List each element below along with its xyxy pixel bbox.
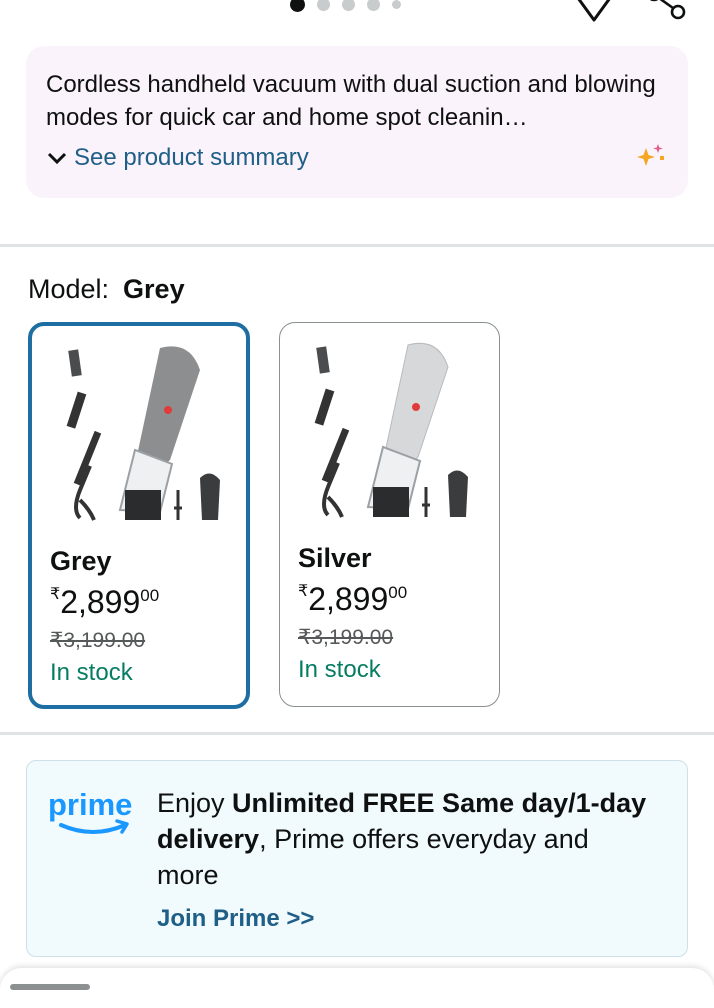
variant-mrp: ₹3,199.00 [50,629,146,652]
price-fraction: 00 [140,586,160,605]
variant-card-silver[interactable]: Silver ₹2,89900 ₹3,199.00 In stock [279,322,500,707]
carousel-dot[interactable] [392,0,401,9]
variant-name: Grey [50,546,112,576]
carousel-dot[interactable] [290,0,305,12]
join-prime-link[interactable]: Join Prime >> [157,905,314,933]
variant-stock-status: In stock [298,656,381,683]
section-divider [0,732,714,735]
carousel-dot[interactable] [342,0,355,11]
see-product-summary-label: See product summary [74,144,309,171]
price-currency-symbol: ₹ [298,583,309,600]
price-fraction: 00 [388,583,408,602]
prime-logo-text: prime [48,787,132,822]
product-image-silver [314,342,468,518]
product-summary-card: Cordless handheld vacuum with dual sucti… [26,46,688,198]
price-whole: 2,899 [308,581,389,617]
model-selector-label: Model: Grey [28,274,185,305]
bottom-sheet[interactable] [0,968,714,1008]
prime-text-pre: Enjoy [157,788,233,818]
model-label: Model: [28,274,110,304]
prime-description: Enjoy Unlimited FREE Same day/1-day deli… [157,785,657,893]
variant-price: ₹2,89900 [298,581,407,618]
carousel-dots[interactable] [290,0,401,14]
section-divider [0,244,714,247]
heart-icon[interactable] [572,0,616,26]
price-whole: 2,899 [60,584,141,620]
ai-sparkle-icon [637,144,664,166]
carousel-dot[interactable] [317,0,330,11]
prime-promo-card: prime Enjoy Unlimited FREE Same day/1-da… [26,760,688,957]
sheet-drag-handle[interactable] [10,984,90,990]
variant-card-grey[interactable]: Grey ₹2,89900 ₹3,199.00 In stock [28,322,250,709]
variant-stock-status: In stock [50,659,133,686]
see-product-summary-link[interactable]: See product summary [46,144,668,172]
variant-name: Silver [298,543,372,573]
chevron-down-icon [47,152,67,165]
prime-logo: prime [48,787,132,834]
price-currency-symbol: ₹ [50,586,61,603]
variant-price: ₹2,89900 [50,584,159,621]
share-icon[interactable] [644,0,688,26]
variant-mrp: ₹3,199.00 [298,626,394,649]
summary-text: Cordless handheld vacuum with dual sucti… [46,71,656,131]
product-image-grey [66,346,220,521]
model-selected-value: Grey [123,274,185,304]
carousel-dot[interactable] [367,0,380,11]
